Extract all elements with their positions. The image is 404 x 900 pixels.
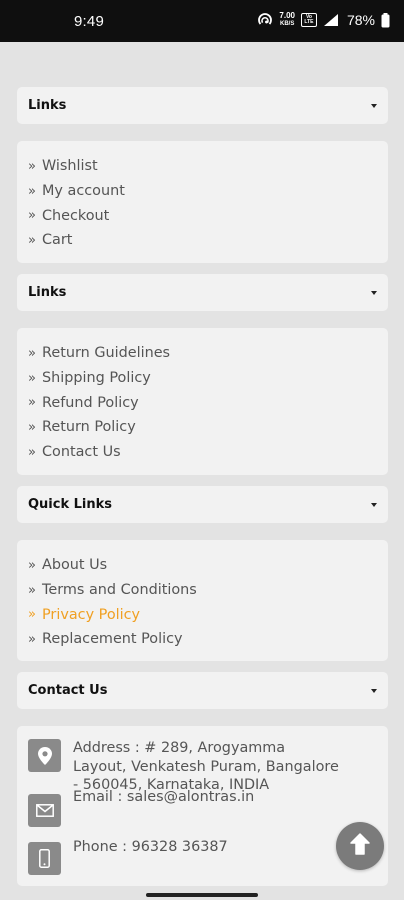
- link-my-account[interactable]: » My account: [28, 179, 388, 204]
- link-about-us[interactable]: » About Us: [28, 553, 388, 578]
- contact-email[interactable]: Email : sales@alontras.in: [73, 788, 343, 827]
- contact-address: Address : # 289, Arogyamma Layout, Venka…: [73, 740, 339, 793]
- link-privacy-policy[interactable]: » Privacy Policy: [28, 602, 388, 627]
- links-list: » Wishlist » My account » Checkout » Cart: [17, 141, 388, 263]
- volte-icon: Vo LTE: [300, 13, 317, 27]
- link-contact-us[interactable]: » Contact Us: [28, 440, 388, 465]
- link-replacement-policy[interactable]: » Replacement Policy: [28, 627, 388, 652]
- link-refund-policy[interactable]: » Refund Policy: [28, 390, 388, 415]
- contact-phone-row: Phone : 96328 36387: [28, 839, 343, 875]
- mobile-phone-icon: [28, 842, 61, 875]
- chevron-right-icon: »: [28, 607, 36, 623]
- contact-phone[interactable]: Phone : 96328 36387: [73, 838, 343, 875]
- chevron-right-icon: »: [28, 208, 36, 224]
- chevron-right-icon: »: [28, 582, 36, 598]
- quick-links-list: » About Us » Terms and Conditions » Privacy…: [17, 540, 388, 661]
- accordion-header-links-2[interactable]: Links: [17, 274, 388, 311]
- status-icons: 7.00 KB/S Vo LTE 78%: [257, 12, 390, 28]
- map-marker-icon: [28, 739, 61, 772]
- section-title: Quick Links: [28, 497, 113, 512]
- chevron-right-icon: »: [28, 158, 36, 174]
- battery-icon: [381, 12, 390, 28]
- chevron-right-icon: »: [28, 183, 36, 199]
- chevron-right-icon: »: [28, 345, 36, 361]
- chevron-right-icon: »: [28, 395, 36, 411]
- caret-down-icon: [371, 103, 377, 108]
- contact-address-row: Address : # 289, Arogyamma Layout, Venka…: [28, 739, 343, 795]
- signal-icon: [323, 13, 339, 27]
- section-title: Links: [28, 285, 67, 300]
- chevron-right-icon: »: [28, 370, 36, 386]
- chevron-right-icon: »: [28, 232, 36, 248]
- link-return-guidelines[interactable]: » Return Guidelines: [28, 341, 388, 366]
- hotspot-icon: [257, 13, 273, 27]
- link-wishlist[interactable]: » Wishlist: [28, 154, 388, 179]
- battery-percentage: 78%: [346, 12, 375, 28]
- envelope-icon: [28, 794, 61, 827]
- caret-down-icon: [371, 502, 377, 507]
- section-title: Links: [28, 98, 67, 113]
- link-terms-and-conditions[interactable]: » Terms and Conditions: [28, 578, 388, 603]
- caret-down-icon: [371, 290, 377, 295]
- accordion-header-contact-us[interactable]: Contact Us: [17, 672, 388, 709]
- link-checkout[interactable]: » Checkout: [28, 203, 388, 228]
- accordion-header-links[interactable]: Links: [17, 87, 388, 124]
- policy-links-list: » Return Guidelines » Shipping Policy » Ref…: [17, 328, 388, 475]
- section-title: Contact Us: [28, 683, 108, 698]
- chevron-right-icon: »: [28, 631, 36, 647]
- chevron-right-icon: »: [28, 557, 36, 573]
- chevron-right-icon: »: [28, 444, 36, 460]
- arrow-up-icon: [350, 833, 370, 859]
- chevron-right-icon: »: [28, 419, 36, 435]
- contact-email-row: Email : sales@alontras.in: [28, 789, 343, 827]
- status-bar: 9:49 7.00 KB/S Vo LTE 78%: [0, 0, 404, 42]
- caret-down-icon: [371, 688, 377, 693]
- scroll-to-top-button[interactable]: [336, 822, 384, 870]
- link-return-policy[interactable]: » Return Policy: [28, 415, 388, 440]
- status-time: 9:49: [74, 13, 104, 30]
- link-shipping-policy[interactable]: » Shipping Policy: [28, 366, 388, 391]
- accordion-header-quick-links[interactable]: Quick Links: [17, 486, 388, 523]
- link-cart[interactable]: » Cart: [28, 228, 388, 253]
- net-speed: 7.00 KB/S: [279, 11, 295, 28]
- contact-info: Address : # 289, Arogyamma Layout, Venka…: [17, 726, 388, 886]
- home-indicator[interactable]: [146, 893, 258, 897]
